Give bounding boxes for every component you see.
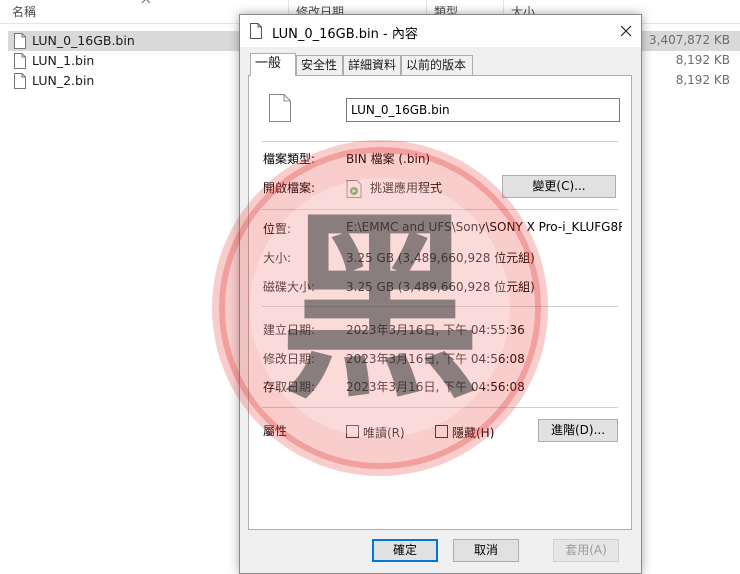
filename-input[interactable]: [346, 98, 620, 122]
file-icon: [269, 94, 291, 122]
file-size: 3,407,872 KB: [649, 33, 730, 47]
file-size: 8,192 KB: [675, 53, 730, 67]
file-icon: [14, 73, 26, 89]
file-icon: [14, 33, 26, 49]
tab-bar: 一般 安全性 詳細資料 以前的版本: [248, 53, 638, 76]
file-name: LUN_1.bin: [32, 53, 95, 68]
sort-chevron-icon: [141, 0, 151, 4]
cancel-button[interactable]: 取消: [453, 539, 519, 562]
close-icon[interactable]: [611, 15, 641, 47]
watermark-logo: 黑: [212, 140, 548, 476]
dialog-title: LUN_0_16GB.bin - 內容: [272, 27, 418, 42]
file-icon: [250, 23, 262, 39]
apply-button[interactable]: 套用(A): [553, 539, 619, 562]
file-name: LUN_2.bin: [32, 73, 95, 88]
column-name[interactable]: 名稱: [12, 3, 36, 20]
file-name: LUN_0_16GB.bin: [32, 33, 135, 48]
ok-button[interactable]: 確定: [372, 539, 438, 562]
watermark-glyph: 黑: [280, 193, 480, 426]
tab-previous-versions[interactable]: 以前的版本: [401, 55, 473, 75]
dialog-titlebar[interactable]: LUN_0_16GB.bin - 內容: [240, 15, 641, 47]
file-icon: [14, 53, 26, 69]
tab-security[interactable]: 安全性: [296, 55, 343, 75]
file-size: 8,192 KB: [675, 73, 730, 87]
tab-general[interactable]: 一般: [250, 53, 296, 76]
tab-details[interactable]: 詳細資料: [343, 55, 401, 75]
